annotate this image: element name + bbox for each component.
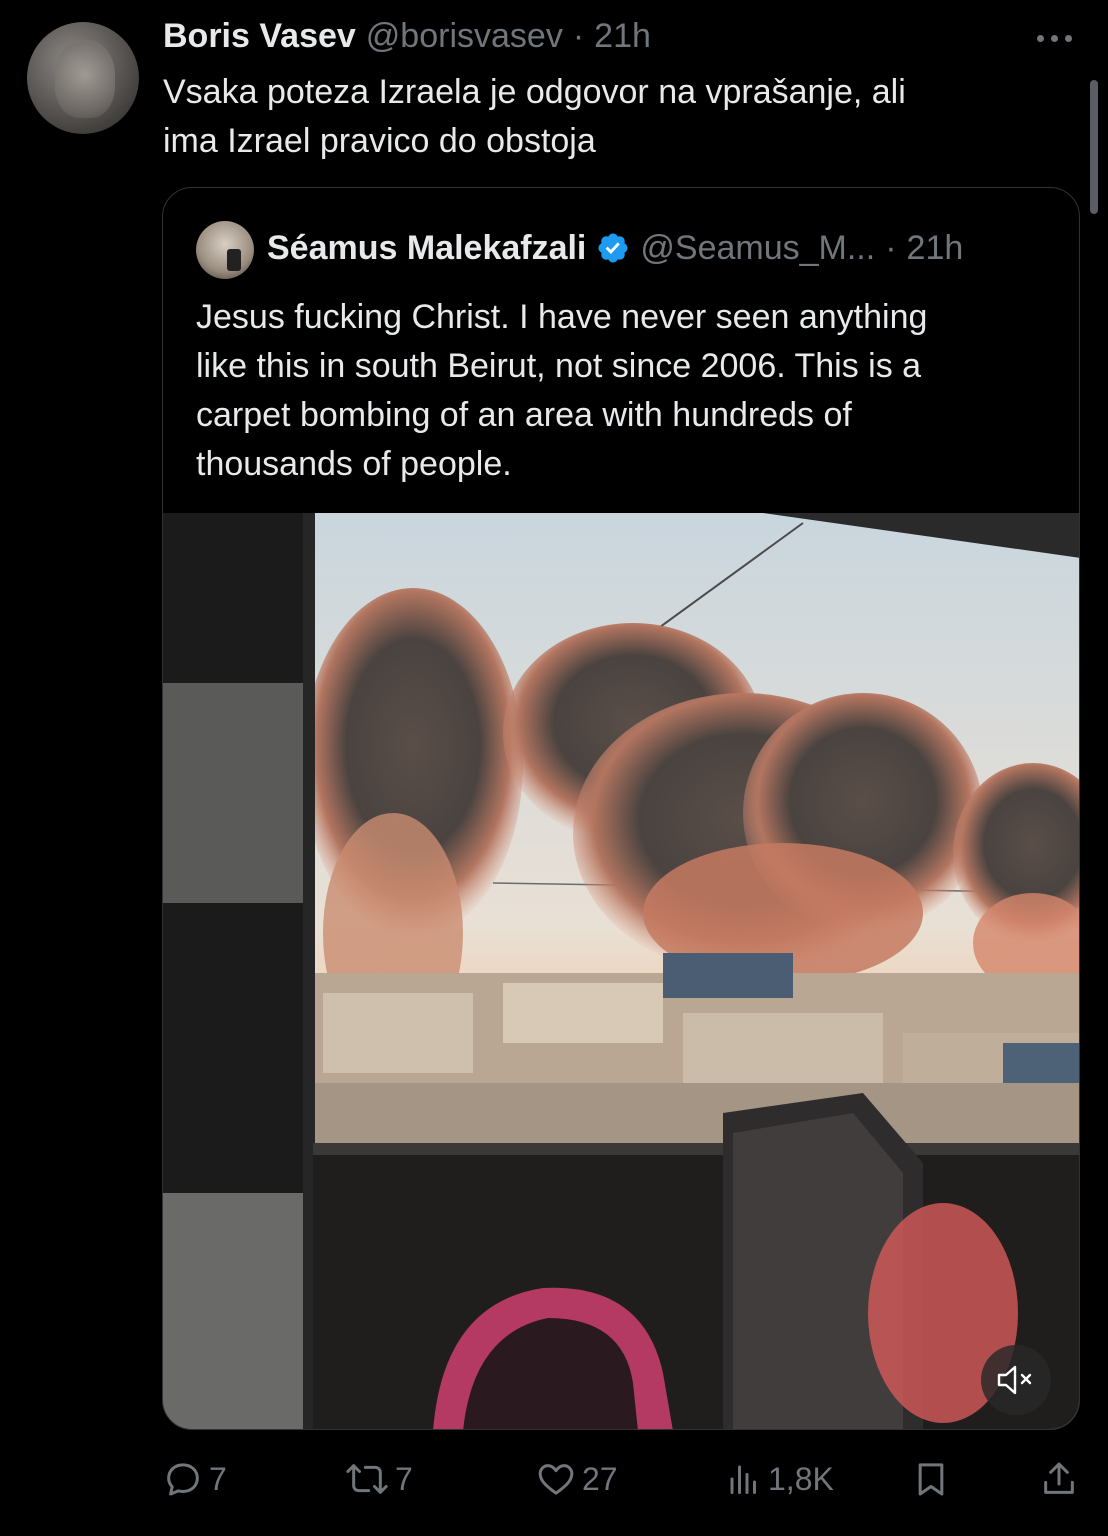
video-player[interactable] (163, 513, 1079, 1429)
author-avatar[interactable] (27, 22, 139, 134)
tweet-text: Vsaka poteza Izraela je odgovor na vpraš… (163, 68, 1063, 166)
retweet-count: 7 (395, 1460, 413, 1497)
share-button[interactable] (1039, 1455, 1079, 1503)
quoted-text-line: thousands of people. (196, 445, 512, 483)
quoted-author-avatar[interactable] (196, 221, 254, 279)
author-handle[interactable]: @borisvasev (366, 17, 563, 56)
bookmark-button[interactable] (911, 1455, 951, 1503)
mute-icon (997, 1365, 1032, 1395)
quoted-author-name[interactable]: Séamus Malekafzali (267, 229, 586, 268)
tweet-text-line: Vsaka poteza Izraela je odgovor na vpraš… (163, 73, 906, 111)
tweet-text-line: ima Izrael pravico do obstoja (163, 122, 596, 160)
reply-button[interactable]: 7 (163, 1455, 227, 1503)
quoted-text-line: carpet bombing of an area with hundreds … (196, 396, 852, 434)
more-options-icon[interactable] (1030, 24, 1078, 52)
tweet-header: Boris Vasev @borisvasev · 21h (163, 17, 651, 61)
retweet-icon (346, 1464, 388, 1494)
separator-dot: · (885, 228, 897, 267)
retweet-button[interactable]: 7 (345, 1455, 413, 1503)
quoted-tweet-header: Séamus Malekafzali @Seamus_M... · 21h (267, 226, 963, 270)
tweet-actions: 7 7 27 1,8K (163, 1455, 1083, 1503)
verified-badge-icon (598, 233, 628, 263)
separator-dot: · (572, 17, 585, 55)
mute-button[interactable] (981, 1345, 1051, 1415)
tweet-time[interactable]: 21h (594, 17, 651, 56)
video-frame (163, 513, 1079, 1429)
quoted-text-line: like this in south Beirut, not since 200… (196, 347, 922, 385)
heart-icon (538, 1464, 574, 1495)
quoted-tweet[interactable]: Séamus Malekafzali @Seamus_M... · 21h Je… (162, 187, 1080, 1430)
quoted-tweet-time[interactable]: 21h (907, 229, 964, 268)
reply-count: 7 (209, 1460, 227, 1497)
bookmark-icon (918, 1463, 944, 1496)
views-icon (730, 1465, 756, 1494)
author-name[interactable]: Boris Vasev (163, 17, 356, 56)
like-button[interactable]: 27 (536, 1455, 618, 1503)
share-icon (1044, 1462, 1074, 1494)
quoted-tweet-text: Jesus fucking Christ. I have never seen … (196, 293, 1056, 489)
reply-icon (167, 1463, 199, 1496)
scrollbar[interactable] (1090, 80, 1098, 214)
views-button[interactable]: 1,8K (726, 1455, 834, 1503)
quoted-text-line: Jesus fucking Christ. I have never seen … (196, 298, 928, 336)
quoted-author-handle[interactable]: @Seamus_M... (640, 229, 875, 268)
like-count: 27 (582, 1460, 618, 1497)
views-count: 1,8K (768, 1460, 834, 1497)
